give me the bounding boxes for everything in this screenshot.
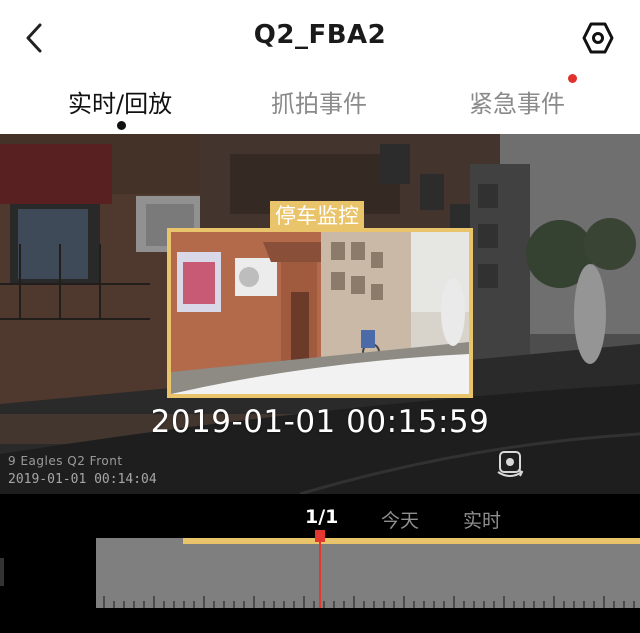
timeline-playhead-knob[interactable] — [315, 530, 325, 542]
timeline-ticks — [103, 596, 635, 608]
parking-monitor-event-label[interactable]: 停车监控 — [270, 201, 364, 231]
event-thumbnail-image — [171, 232, 469, 394]
live-button[interactable]: 实时 — [463, 506, 501, 533]
tab-snapshot-events[interactable]: 抓拍事件 — [271, 84, 367, 119]
top-bar: Q2_FBA2 — [0, 0, 640, 80]
camera-switch-button[interactable] — [492, 446, 528, 482]
tab-bar: 实时/回放 抓拍事件 紧急事件 — [0, 80, 640, 134]
today-button[interactable]: 今天 — [381, 506, 419, 533]
timeline-left-gutter — [0, 538, 96, 608]
hexagon-settings-icon — [582, 22, 614, 54]
tab-emergency-events[interactable]: 紧急事件 — [469, 84, 565, 119]
event-timestamp: 2019-01-01 00:15:59 — [150, 404, 490, 440]
notification-badge — [568, 74, 577, 83]
timeline-recorded-segment[interactable] — [183, 538, 640, 544]
video-watermark-time: 2019-01-01 00:14:04 — [8, 472, 157, 487]
timeline-left-stub — [0, 558, 4, 586]
timeline-track[interactable] — [0, 530, 640, 633]
page-indicator: 1/1 — [305, 506, 339, 528]
active-tab-indicator — [117, 121, 126, 130]
tab-live-playback[interactable]: 实时/回放 — [68, 84, 172, 119]
page-title: Q2_FBA2 — [253, 20, 387, 50]
camera-rotate-icon — [497, 451, 524, 477]
video-watermark-brand: 9 Eagles Q2 Front — [8, 454, 123, 468]
settings-button[interactable] — [578, 18, 618, 58]
event-thumbnail[interactable] — [167, 228, 473, 398]
